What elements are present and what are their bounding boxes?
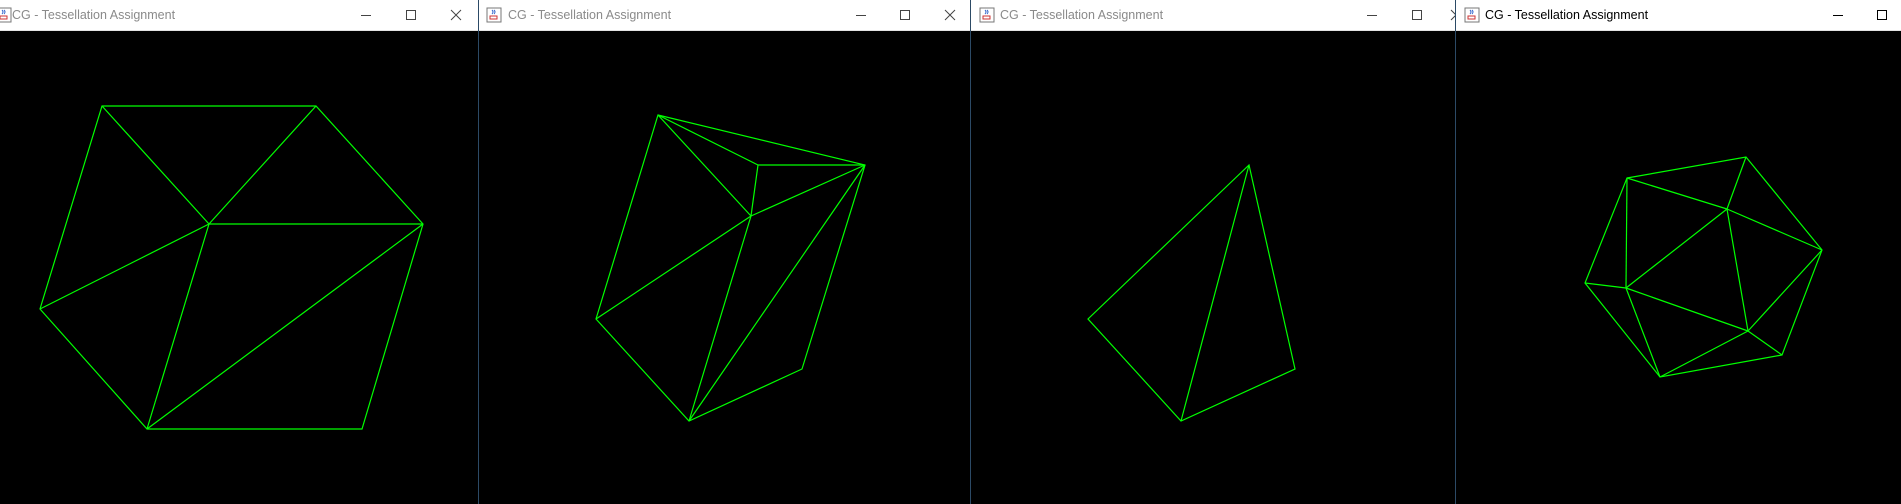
java-cup-icon [1464,7,1480,23]
drawing-canvas[interactable] [971,31,1455,504]
titlebar[interactable]: CG - Tessellation Assignment [971,0,1455,31]
window-2: CG - Tessellation Assignment [479,0,970,504]
maximize-button[interactable] [1397,0,1437,30]
titlebar[interactable]: CG - Tessellation Assignment [0,0,478,31]
window-title: CG - Tessellation Assignment [1000,8,1164,22]
minimize-icon [856,15,866,16]
minimize-button[interactable] [1352,0,1392,30]
titlebar[interactable]: CG - Tessellation Assignment [1456,0,1901,31]
maximize-button[interactable] [885,0,925,30]
maximize-icon [1877,10,1887,20]
java-cup-icon [979,7,995,23]
close-icon [944,9,956,21]
window-1: CG - Tessellation Assignment [0,0,478,504]
maximize-icon [406,10,416,20]
tessellation-quad [1087,163,1296,422]
close-button[interactable] [930,0,970,30]
minimize-button[interactable] [841,0,881,30]
minimize-button[interactable] [346,0,386,30]
java-cup-icon [486,7,502,23]
tessellation-hexagon [39,105,424,430]
drawing-canvas[interactable] [1456,31,1901,504]
minimize-icon [1833,15,1843,16]
window-title: CG - Tessellation Assignment [12,8,176,22]
window-title: CG - Tessellation Assignment [1485,8,1649,22]
drawing-canvas[interactable] [0,31,478,504]
maximize-button[interactable] [1862,0,1901,30]
tessellation-icosahedron [1584,156,1823,378]
tessellation-polygon [595,114,866,422]
minimize-icon [361,15,371,16]
java-cup-icon [0,7,12,23]
window-4: CG - Tessellation Assignment [1456,0,1901,504]
minimize-button[interactable] [1818,0,1858,30]
close-button[interactable] [436,0,476,30]
window-3: CG - Tessellation Assignment [971,0,1455,504]
window-title: CG - Tessellation Assignment [508,8,672,22]
titlebar[interactable]: CG - Tessellation Assignment [479,0,970,31]
minimize-icon [1367,15,1377,16]
maximize-button[interactable] [391,0,431,30]
close-button[interactable] [1436,0,1455,30]
maximize-icon [1412,10,1422,20]
close-icon [450,9,462,21]
drawing-canvas[interactable] [479,31,970,504]
maximize-icon [900,10,910,20]
